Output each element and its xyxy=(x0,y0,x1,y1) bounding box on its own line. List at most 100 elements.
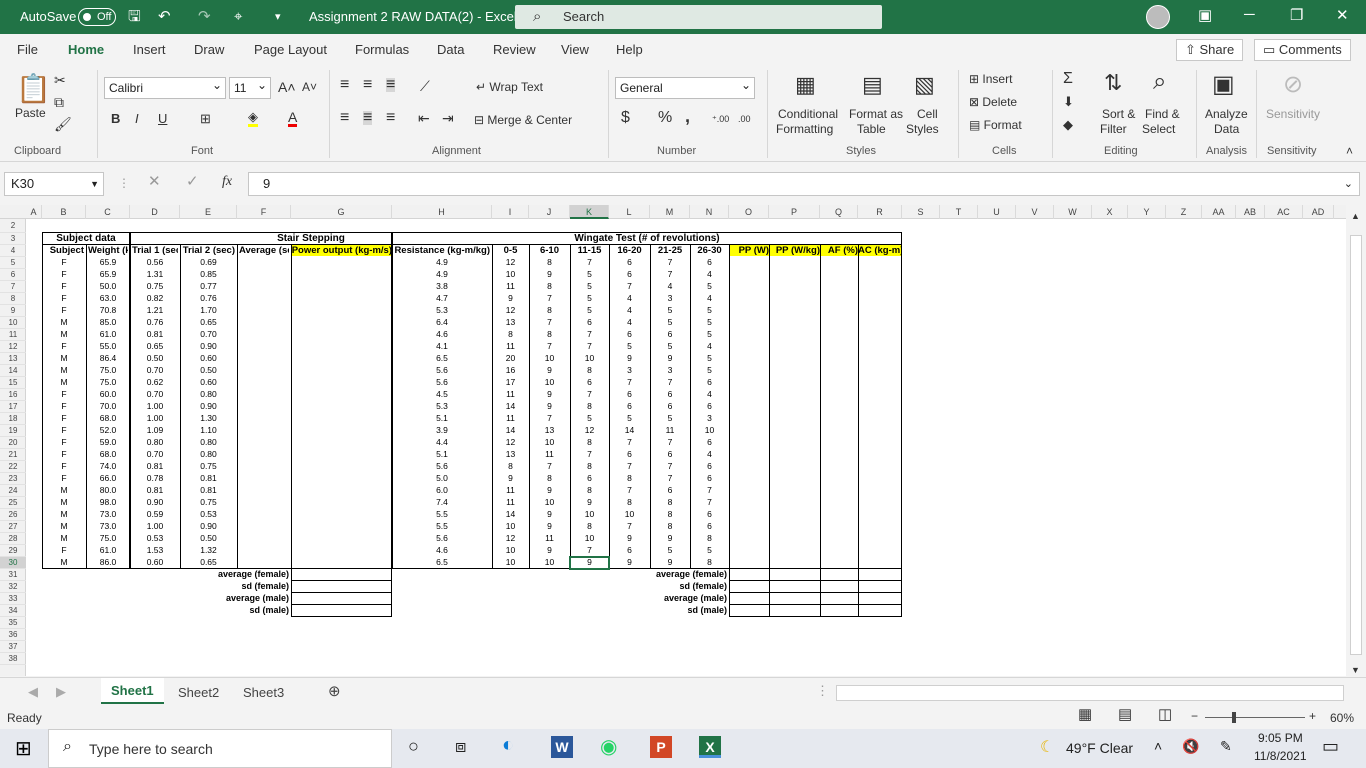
tab-sheet2[interactable]: Sheet2 xyxy=(178,685,219,700)
zoom-level[interactable]: 60% xyxy=(1330,711,1354,725)
worksheet-grid[interactable]: A B C D E F G H I J K L M N O P Q R S T U V W X Y Z AA AB AC AD 23456… xyxy=(0,205,1346,676)
column-header[interactable]: S xyxy=(902,205,940,219)
summary-label[interactable]: sd (female) xyxy=(182,581,289,592)
format-as-table-button[interactable]: Format as xyxy=(849,107,903,121)
row-header[interactable]: 33 xyxy=(0,593,26,605)
row-header[interactable]: 23 xyxy=(0,473,26,485)
row-header[interactable]: 12 xyxy=(0,341,26,353)
search-box[interactable]: ⌕ Search xyxy=(515,5,882,29)
powerpoint-icon[interactable]: P xyxy=(650,736,672,758)
avatar[interactable] xyxy=(1146,5,1170,29)
number-format-select[interactable]: General xyxy=(615,75,755,99)
tab-help[interactable]: Help xyxy=(616,42,643,57)
row-header[interactable]: 29 xyxy=(0,545,26,557)
format-cells-button[interactable]: ▤ Format xyxy=(969,118,1022,132)
font-size-select[interactable]: 11 xyxy=(229,75,271,99)
column-header[interactable]: A xyxy=(26,205,42,219)
increase-font-icon[interactable]: A˄ xyxy=(278,80,296,94)
column-header[interactable]: P xyxy=(769,205,820,219)
align-bottom-icon[interactable]: ≡ xyxy=(386,77,396,93)
page-layout-view-icon[interactable]: ▤ xyxy=(1118,707,1132,722)
taskbar-search[interactable]: ⌕ Type here to search xyxy=(48,729,392,768)
decrease-indent-icon[interactable]: ⇤ xyxy=(418,111,430,125)
whatsapp-icon[interactable]: ◉ xyxy=(600,734,617,759)
column-header[interactable]: W xyxy=(1054,205,1092,219)
underline-icon[interactable]: U xyxy=(158,112,167,126)
row-header[interactable]: 3 xyxy=(0,233,26,245)
comma-icon[interactable]: , xyxy=(685,107,690,125)
fill-icon[interactable]: ⬇ xyxy=(1063,95,1074,109)
scroll-down-icon[interactable]: ▼ xyxy=(1351,663,1360,677)
clear-icon[interactable]: ◆ xyxy=(1063,118,1073,132)
row-header[interactable]: 4 xyxy=(0,245,26,257)
scroll-up-icon[interactable]: ▲ xyxy=(1351,209,1360,223)
row-header[interactable]: 38 xyxy=(0,653,26,665)
row-header[interactable]: 7 xyxy=(0,281,26,293)
tab-insert[interactable]: Insert xyxy=(133,42,166,57)
comments-button[interactable]: ▭ Comments xyxy=(1254,39,1351,61)
row-header[interactable]: 32 xyxy=(0,581,26,593)
analyze-data-button[interactable]: Analyze xyxy=(1205,107,1248,121)
column-header[interactable]: C xyxy=(86,205,130,219)
next-sheet-icon[interactable]: ▶ xyxy=(56,684,66,700)
merge-center-button[interactable]: ⊟ Merge & Center xyxy=(474,113,572,127)
font-name-select[interactable]: Calibri xyxy=(104,75,226,99)
sensitivity-icon[interactable]: ⊘ xyxy=(1283,70,1303,99)
column-header[interactable]: L xyxy=(609,205,650,219)
add-sheet-icon[interactable]: ⊕ xyxy=(328,682,341,700)
sensitivity-button[interactable]: Sensitivity xyxy=(1266,107,1320,121)
decrease-font-icon[interactable]: A˅ xyxy=(302,80,317,94)
column-header[interactable]: O xyxy=(729,205,769,219)
column-header[interactable]: M xyxy=(650,205,690,219)
column-header[interactable]: AB xyxy=(1236,205,1265,219)
word-icon[interactable]: W xyxy=(551,736,573,758)
find-select-button[interactable]: Find & xyxy=(1145,107,1180,121)
column-header[interactable]: B xyxy=(42,205,86,219)
align-left-icon[interactable]: ≡ xyxy=(340,110,349,126)
tab-page-layout[interactable]: Page Layout xyxy=(254,42,327,57)
collapse-ribbon-icon[interactable]: ˄ xyxy=(1346,144,1353,158)
expand-formula-icon[interactable]: ⌄ xyxy=(1344,173,1353,195)
windows-start-icon[interactable]: ⊞ xyxy=(15,736,32,761)
column-header[interactable]: Z xyxy=(1166,205,1202,219)
row-header[interactable]: 10 xyxy=(0,317,26,329)
minimize-icon[interactable]: ─ xyxy=(1244,6,1255,23)
autosum-icon[interactable]: Σ xyxy=(1063,71,1073,87)
edge-icon[interactable]: ◐ xyxy=(502,734,514,757)
column-header[interactable]: Y xyxy=(1128,205,1166,219)
page-break-view-icon[interactable]: ◫ xyxy=(1158,707,1172,722)
clock-date[interactable]: 11/8/2021 xyxy=(1254,749,1307,763)
align-middle-icon[interactable]: ≡ xyxy=(363,77,372,93)
scroll-thumb[interactable] xyxy=(1350,235,1362,655)
column-header[interactable]: K xyxy=(570,205,609,219)
column-header[interactable]: V xyxy=(1016,205,1054,219)
weather-text[interactable]: 49°F Clear xyxy=(1066,740,1133,756)
zoom-in-icon[interactable]: + xyxy=(1309,709,1316,723)
column-header[interactable]: U xyxy=(978,205,1016,219)
restore-icon[interactable]: ❐ xyxy=(1290,6,1303,24)
notifications-icon[interactable]: ▭ xyxy=(1322,736,1339,757)
row-header[interactable]: 21 xyxy=(0,449,26,461)
column-header[interactable]: AA xyxy=(1202,205,1236,219)
column-header[interactable]: E xyxy=(180,205,237,219)
formula-input[interactable]: 9 ⌄ xyxy=(248,172,1360,196)
align-top-icon[interactable]: ≡ xyxy=(340,77,349,93)
summary-label[interactable]: sd (male) xyxy=(182,605,289,616)
conditional-formatting-icon[interactable]: ▦ xyxy=(795,72,816,98)
row-header[interactable]: 8 xyxy=(0,293,26,305)
summary-label[interactable]: average (male) xyxy=(182,593,289,604)
row-header[interactable]: 14 xyxy=(0,365,26,377)
horizontal-scrollbar[interactable] xyxy=(836,685,1344,701)
row-header[interactable]: 19 xyxy=(0,425,26,437)
column-header[interactable]: H xyxy=(392,205,492,219)
paste-button[interactable]: Paste xyxy=(15,106,46,120)
row-header[interactable]: 25 xyxy=(0,497,26,509)
tab-view[interactable]: View xyxy=(561,42,589,57)
insert-function-icon[interactable]: fx xyxy=(222,175,232,189)
row-header[interactable]: 22 xyxy=(0,461,26,473)
column-header[interactable]: G xyxy=(291,205,392,219)
row-header[interactable]: 36 xyxy=(0,629,26,641)
sort-filter-icon[interactable]: ⇅ xyxy=(1104,70,1122,96)
increase-indent-icon[interactable]: ⇥ xyxy=(442,111,454,125)
tab-formulas[interactable]: Formulas xyxy=(355,42,409,57)
